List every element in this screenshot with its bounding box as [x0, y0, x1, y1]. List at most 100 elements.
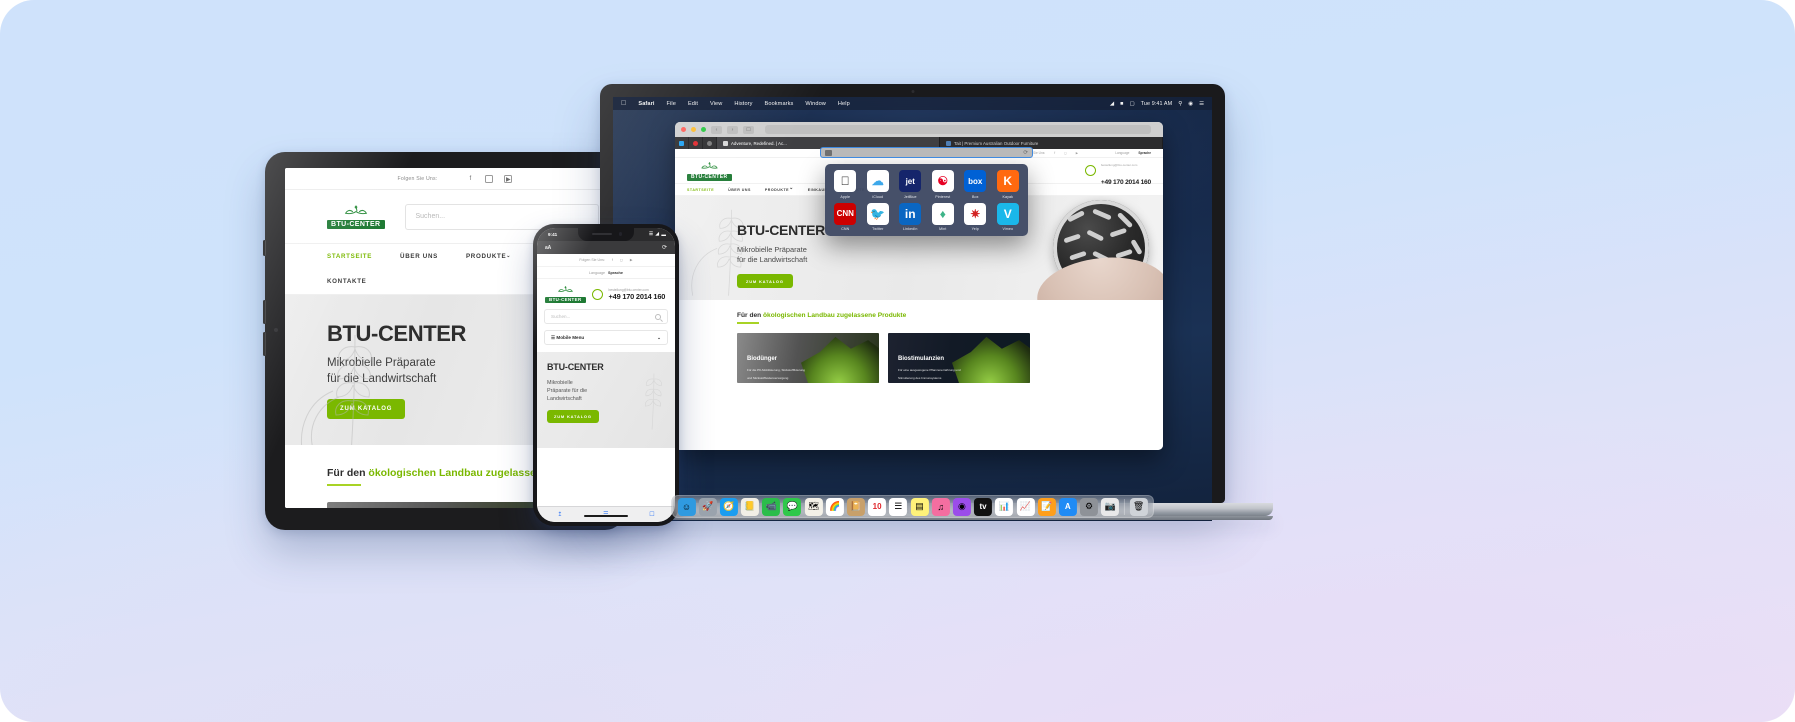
close-button[interactable]	[681, 127, 686, 132]
pinned-tab-record[interactable]	[689, 137, 703, 149]
youtube-icon[interactable]: ▶	[630, 258, 633, 262]
pinned-tab-dribbble[interactable]	[703, 137, 717, 149]
numbers-icon[interactable]: 📊	[995, 497, 1014, 516]
site-phone[interactable]: +49 170 2014 160	[1101, 179, 1151, 186]
tablet-volume-down-button[interactable]	[263, 332, 266, 356]
contacts-icon[interactable]: 📒	[741, 497, 759, 516]
reminders-icon[interactable]: ☰	[889, 497, 908, 516]
battery-icon[interactable]: ■	[1120, 101, 1123, 107]
notes-icon[interactable]: 📔	[846, 497, 865, 516]
instagram-icon[interactable]: ◻	[1064, 151, 1067, 155]
site-nav-startseite[interactable]: STARTSEITE	[687, 188, 714, 192]
facebook-icon[interactable]: f	[1054, 151, 1055, 155]
pinned-tab-twitter[interactable]	[675, 137, 689, 149]
site-logo[interactable]: BTU-CENTER	[687, 161, 732, 181]
back-icon[interactable]: ‹	[711, 125, 722, 134]
display-icon[interactable]: ▢	[1130, 101, 1135, 107]
phone-search-input[interactable]: Suchen...	[544, 309, 668, 324]
favorite-apple[interactable]:  Apple	[829, 170, 862, 199]
favorite-jetblue[interactable]: jet JetBlue	[894, 170, 927, 199]
appstore-icon[interactable]: A	[1058, 497, 1077, 516]
card-desc2: und Stickstoffbodenversorgung	[747, 376, 789, 381]
site-nav-produkte[interactable]: PRODUKTE	[765, 187, 794, 193]
sidebar-icon[interactable]: ☐	[743, 125, 754, 134]
tablet-power-button[interactable]	[263, 240, 266, 256]
share-icon[interactable]: ↥	[557, 511, 562, 518]
menu-history[interactable]: History	[734, 101, 752, 107]
control-center-icon[interactable]: ☰	[1199, 101, 1204, 107]
site-catalog-button[interactable]: ZUM KATALOG	[737, 273, 793, 289]
photos-icon[interactable]: 🌈	[825, 497, 844, 516]
menu-view[interactable]: View	[710, 101, 722, 107]
favorite-vimeo[interactable]: V Vimeo	[992, 202, 1025, 231]
siri-icon[interactable]: ◉	[1188, 101, 1193, 107]
maps-icon[interactable]: 🗺	[804, 497, 823, 516]
tablet-logo[interactable]: BTU-CENTER	[327, 204, 385, 229]
site-nav-ueber-uns[interactable]: ÜBER UNS	[728, 188, 751, 192]
favorite-box[interactable]: box Box	[959, 170, 992, 199]
safari-focused-address-bar[interactable]: ⟳	[820, 147, 1033, 158]
favorite-pinterest[interactable]: ☯ Pinterest	[927, 170, 960, 199]
zoom-button[interactable]	[701, 127, 706, 132]
menu-safari[interactable]: Safari	[638, 101, 654, 107]
calendar-icon[interactable]: 10	[868, 497, 887, 516]
youtube-icon[interactable]: ▶	[504, 174, 513, 183]
favorite-twitter[interactable]: 🐦 Twitter	[862, 202, 895, 231]
menu-bookmarks[interactable]: Bookmarks	[765, 101, 794, 107]
favorite-mint[interactable]: ♦ Mint	[927, 202, 960, 231]
facetime-icon[interactable]: 📹	[762, 497, 781, 516]
forward-icon[interactable]: ›	[727, 125, 738, 134]
messages-icon[interactable]: 💬	[783, 497, 802, 516]
phone-logo[interactable]: BTU-CENTER	[545, 285, 586, 304]
facebook-icon[interactable]: f	[612, 258, 613, 262]
tablet-nav-ueber-uns[interactable]: ÜBER UNS	[400, 253, 438, 260]
stickies-icon[interactable]: ▤	[910, 497, 929, 516]
menu-file[interactable]: File	[667, 101, 676, 107]
site-email[interactable]: bestellung@btu-center.com	[1101, 163, 1138, 167]
tablet-nav-startseite[interactable]: STARTSEITE	[327, 253, 372, 260]
finder-icon[interactable]: ☺	[677, 497, 696, 516]
address-bar[interactable]	[765, 125, 1151, 134]
podcasts-icon[interactable]: ◉	[952, 497, 971, 516]
tablet-nav-kontakte[interactable]: KONTAKTE	[327, 278, 367, 285]
favorite-kayak[interactable]: K Kayak	[992, 170, 1025, 199]
safari-icon[interactable]: 🧭	[719, 497, 738, 516]
tablet-volume-up-button[interactable]	[263, 300, 266, 324]
product-card-biodunger[interactable]: Biodünger Für die PK-Mobilisierung, Stic…	[737, 332, 879, 383]
phone-number[interactable]: +49 170 2014 160	[609, 292, 666, 301]
menubar-clock[interactable]: Tue 9:41 AM	[1141, 101, 1172, 107]
reload-icon[interactable]: ⟳	[1023, 150, 1028, 156]
trash-icon[interactable]: 🗑	[1129, 497, 1148, 516]
systemprefs-icon[interactable]: ⚙	[1080, 497, 1098, 516]
itunes-icon[interactable]: ♫	[931, 497, 950, 516]
youtube-icon[interactable]: ▶	[1076, 151, 1078, 155]
phone-mobile-menu[interactable]: ☰ Mobile Menu ⌄	[544, 330, 668, 345]
favorite-yelp[interactable]: ✷ Yelp	[959, 202, 992, 231]
reload-icon[interactable]: ⟳	[662, 244, 667, 251]
tabs-icon[interactable]: ☐	[649, 511, 654, 518]
favorite-linkedin[interactable]: in LinkedIn	[894, 202, 927, 231]
tablet-nav-produkte[interactable]: PRODUKTE	[466, 253, 511, 260]
phone-catalog-button[interactable]: ZUM KATALOG	[547, 410, 599, 424]
keynote-icon[interactable]: 📈	[1016, 497, 1035, 516]
phone-language-value[interactable]: Sprache	[608, 271, 623, 275]
tablet-product-card-biodunger[interactable]: Biodünger Für die PK-Mobilisierung, Stic…	[327, 502, 552, 508]
menu-help[interactable]: Help	[838, 101, 850, 107]
instagram-icon[interactable]: ◻	[620, 258, 623, 262]
pages-icon[interactable]: 📝	[1037, 497, 1056, 516]
favorite-cnn[interactable]: CNN CNN	[829, 202, 862, 231]
minimize-button[interactable]	[691, 127, 696, 132]
launchpad-icon[interactable]: 🚀	[698, 497, 717, 516]
instagram-icon[interactable]	[485, 174, 494, 183]
apple-icon[interactable]: 	[621, 100, 626, 107]
text-size-button[interactable]: aA	[545, 245, 551, 251]
menu-window[interactable]: Window	[805, 101, 826, 107]
appletv-icon[interactable]: tv	[974, 497, 993, 516]
menu-edit[interactable]: Edit	[688, 101, 698, 107]
facebook-icon[interactable]: f	[466, 175, 474, 183]
search-icon[interactable]: ⚲	[1178, 101, 1182, 107]
screenshot-icon[interactable]: 📷	[1101, 497, 1120, 516]
wifi-icon[interactable]: ◢	[1110, 101, 1114, 107]
product-card-biostimulanzien[interactable]: Biostimulanzien Für eine ausgewogene Pfl…	[888, 332, 1030, 383]
favorite-icloud[interactable]: ☁ iCloud	[862, 170, 895, 199]
